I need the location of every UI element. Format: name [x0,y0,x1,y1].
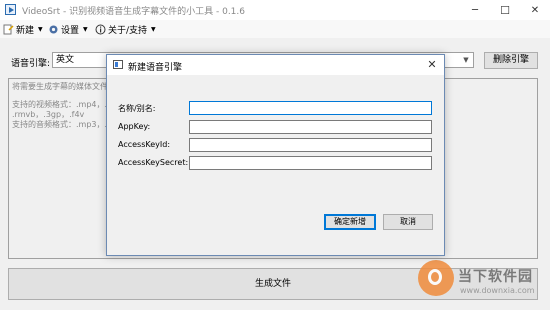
confirm-add-button[interactable]: 确定新增 [324,214,376,230]
menu-new-label: 新建 [16,25,35,36]
window-titlebar: VideoSrt - 识别视频语音生成字幕文件的小工具 - 0.1.6 ─ ☐ … [0,0,550,20]
access-key-secret-label: AccessKeySecret: [118,158,189,167]
chevron-down-icon: ▼ [83,25,88,33]
watermark-brand: 当下软件园 [458,269,533,285]
chevron-down-icon: ▼ [38,25,43,33]
watermark-url: www.downxia.com [460,286,535,295]
new-engine-dialog: 新建语音引擎 ✕ 名称/别名: AppKey: AccessKeyId: Acc… [106,54,445,256]
gear-icon [49,25,58,33]
dialog-title: 新建语音引擎 [128,63,183,73]
minimize-button[interactable]: ─ [460,0,490,20]
window-title: VideoSrt - 识别视频语音生成字幕文件的小工具 - 0.1.6 [22,7,245,17]
name-alias-label: 名称/别名: [118,104,156,113]
dialog-window-icon [113,60,123,69]
name-alias-input[interactable] [189,101,432,115]
appkey-label: AppKey: [118,122,151,131]
menu-about[interactable]: 关于/支持 ▼ [95,22,156,36]
maximize-button[interactable]: ☐ [490,0,520,20]
cancel-button[interactable]: 取消 [383,214,433,230]
close-button[interactable]: ✕ [520,0,550,20]
engine-select-value: 英文 [56,55,75,65]
access-key-id-label: AccessKeyId: [118,140,171,149]
new-file-icon [3,24,14,34]
access-key-secret-input[interactable] [189,156,432,170]
menu-settings[interactable]: 设置 ▼ [48,22,88,36]
delete-engine-button[interactable]: 删除引擎 [484,52,538,69]
chevron-down-icon: ▼ [151,25,156,33]
menu-about-label: 关于/支持 [108,25,148,36]
chevron-down-icon: ▼ [463,56,469,64]
dialog-titlebar: 新建语音引擎 ✕ [107,55,444,75]
menu-new[interactable]: 新建 ▼ [3,22,43,36]
access-key-id-input[interactable] [189,138,432,152]
engine-label: 语音引擎: [11,59,51,69]
appkey-input[interactable] [189,120,432,134]
watermark-logo [418,260,454,296]
dialog-close-button[interactable]: ✕ [423,57,441,73]
info-icon [95,24,106,34]
app-icon [5,4,16,15]
menu-settings-label: 设置 [61,25,80,36]
